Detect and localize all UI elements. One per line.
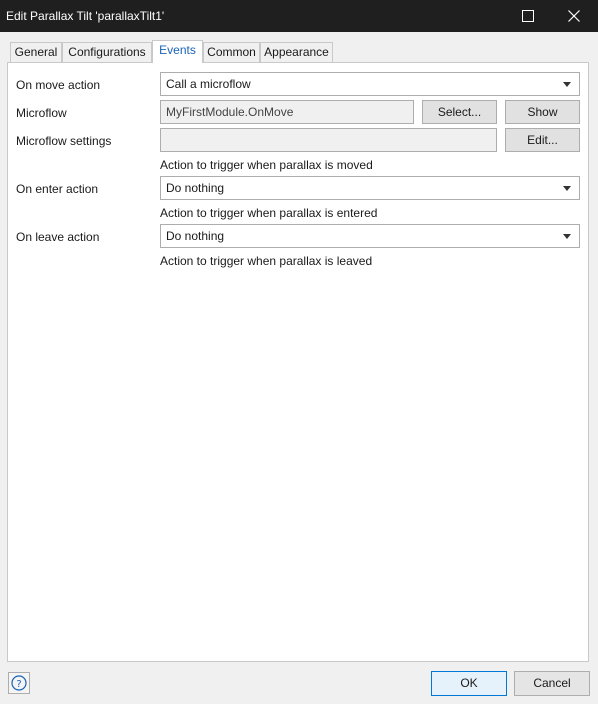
- close-button[interactable]: [551, 0, 597, 32]
- help-button[interactable]: ?: [8, 672, 30, 694]
- on-move-action-dropdown[interactable]: Call a microflow: [160, 72, 580, 96]
- maximize-icon: [522, 10, 534, 22]
- window-title: Edit Parallax Tilt 'parallaxTilt1': [6, 9, 165, 23]
- tab-configurations[interactable]: Configurations: [62, 42, 152, 62]
- microflow-value: MyFirstModule.OnMove: [166, 105, 294, 119]
- ok-button[interactable]: OK: [431, 671, 507, 696]
- on-move-action-hint: Action to trigger when parallax is moved: [160, 158, 373, 172]
- tab-general[interactable]: General: [10, 42, 62, 62]
- on-leave-action-hint: Action to trigger when parallax is leave…: [160, 254, 373, 268]
- chevron-down-icon: [563, 186, 571, 191]
- microflow-settings-label: Microflow settings: [16, 134, 112, 148]
- on-leave-action-label: On leave action: [16, 230, 100, 244]
- on-enter-action-hint: Action to trigger when parallax is enter…: [160, 206, 378, 220]
- chevron-down-icon: [563, 82, 571, 87]
- maximize-button[interactable]: [505, 0, 551, 32]
- close-icon: [568, 10, 580, 22]
- events-panel: [7, 62, 589, 662]
- on-enter-action-dropdown[interactable]: Do nothing: [160, 176, 580, 200]
- microflow-field: MyFirstModule.OnMove: [160, 100, 414, 124]
- tab-common[interactable]: Common: [203, 42, 260, 62]
- on-enter-action-value: Do nothing: [166, 181, 225, 195]
- on-enter-action-label: On enter action: [16, 182, 99, 196]
- microflow-label: Microflow: [16, 106, 67, 120]
- on-move-action-value: Call a microflow: [166, 77, 251, 91]
- on-leave-action-dropdown[interactable]: Do nothing: [160, 224, 580, 248]
- select-microflow-button[interactable]: Select...: [422, 100, 497, 124]
- cancel-button[interactable]: Cancel: [514, 671, 590, 696]
- question-icon: ?: [11, 675, 27, 691]
- edit-microflow-settings-button[interactable]: Edit...: [505, 128, 580, 152]
- tab-events[interactable]: Events: [152, 40, 203, 63]
- svg-text:?: ?: [16, 679, 21, 690]
- title-bar: Edit Parallax Tilt 'parallaxTilt1': [0, 0, 598, 32]
- chevron-down-icon: [563, 234, 571, 239]
- tab-appearance[interactable]: Appearance: [260, 42, 333, 62]
- show-microflow-button[interactable]: Show: [505, 100, 580, 124]
- on-leave-action-value: Do nothing: [166, 229, 225, 243]
- on-move-action-label: On move action: [16, 78, 101, 92]
- microflow-settings-field: [160, 128, 497, 152]
